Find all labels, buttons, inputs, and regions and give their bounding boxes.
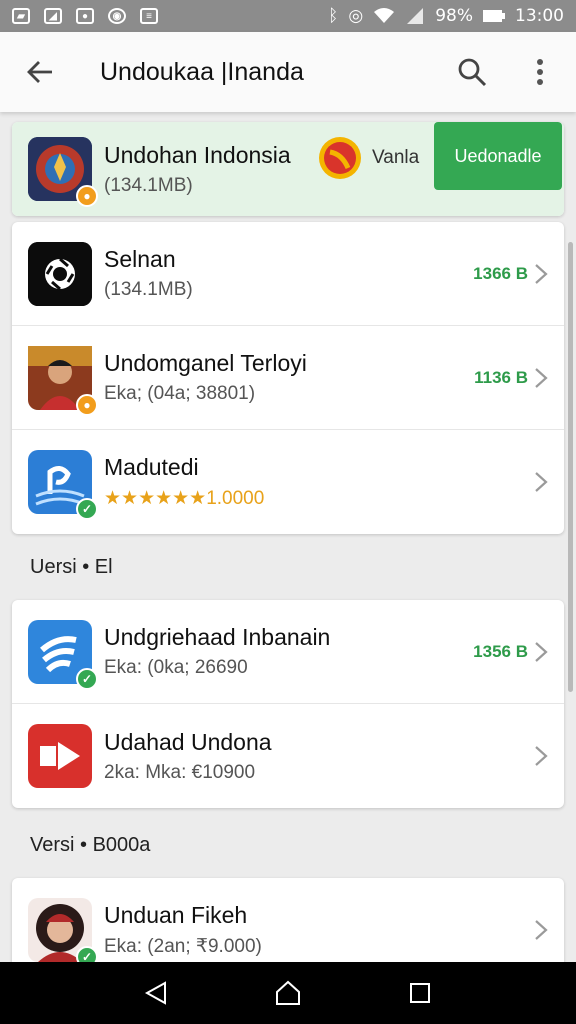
update-badge-icon: ●: [76, 393, 98, 416]
chevron-right-icon[interactable]: [534, 745, 548, 767]
notification-icon: ◉: [108, 8, 126, 24]
list-item[interactable]: ✓ Undgriehaad Inbanain Eka: (0ka; 26690 …: [12, 600, 564, 704]
clock: 13:00: [515, 6, 564, 26]
festival-app-icon: ●: [28, 137, 98, 207]
person-photo-icon: ✓: [28, 898, 98, 962]
notification-icon: ●: [76, 8, 94, 24]
chevron-right-icon[interactable]: [534, 263, 548, 285]
more-options-icon[interactable]: [516, 48, 564, 96]
app-name: Udahad Undona: [104, 728, 272, 755]
app-details: Eka: (0ka; 26690: [104, 657, 248, 678]
app-group-1: Selnan (134.1MB) 1366 B ● Undomganel Ter…: [12, 222, 564, 534]
search-icon[interactable]: [448, 48, 496, 96]
app-name: Madutedi: [104, 454, 199, 480]
featured-card: ● Undohan Indonsia (134.1MB) Vanla Uedon…: [12, 122, 564, 216]
app-details: Eka: (2an; ₹9.000): [104, 936, 262, 957]
list-item[interactable]: ✓ Madutedi ★★★★★★1.0000: [12, 430, 564, 534]
installed-check-icon: ✓: [76, 498, 98, 520]
app-name: Undohan Indonsia: [104, 141, 291, 168]
download-size: 1366 B: [473, 263, 528, 283]
notification-icon: ≡: [140, 8, 158, 24]
app-list[interactable]: ● Undohan Indonsia (134.1MB) Vanla Uedon…: [0, 112, 576, 962]
battery-percent: 98%: [435, 6, 473, 26]
featured-label: Vanla: [372, 147, 420, 168]
update-badge-icon: ●: [76, 185, 98, 207]
app-name: Selnan: [104, 246, 176, 272]
app-size: (134.1MB): [104, 279, 193, 300]
featured-row[interactable]: ● Undohan Indonsia (134.1MB) Vanla Uedon…: [12, 122, 564, 216]
list-item[interactable]: Selnan (134.1MB) 1366 B: [12, 222, 564, 326]
status-bar: ▰ ◢ ● ◉ ≡ ᛒ ◎ 98% 13:00: [0, 0, 576, 32]
section-header: Uersi • El: [30, 556, 113, 578]
scrollbar[interactable]: [568, 242, 573, 692]
download-button[interactable]: Uedonadle: [434, 122, 562, 190]
wifi-icon: [374, 8, 395, 23]
page-title: Undoukaa |Inanda: [100, 57, 304, 86]
app-details: 2ka: Mka: €10900: [104, 761, 256, 783]
chevron-right-icon[interactable]: [534, 367, 548, 389]
person-photo-icon: ●: [28, 345, 98, 416]
app-details: Eka; (04a; 38801): [104, 383, 256, 404]
download-size: 1356 B: [473, 641, 528, 661]
app-group-2: ✓ Undgriehaad Inbanain Eka: (0ka; 26690 …: [12, 600, 564, 808]
list-item[interactable]: Udahad Undona 2ka: Mka: €10900: [12, 704, 564, 808]
section-header: Versi • B000a: [30, 834, 151, 856]
bluetooth-icon: ᛒ: [328, 6, 339, 26]
app-group-3: ✓ Unduan Fikeh Eka: (2an; ₹9.000): [12, 878, 564, 962]
chevron-right-icon[interactable]: [534, 641, 548, 663]
chevron-right-icon[interactable]: [534, 919, 548, 941]
recent-apps-icon[interactable]: [400, 973, 440, 1013]
brand-logo-icon: [319, 137, 361, 179]
app-bar: Undoukaa |Inanda: [0, 32, 576, 112]
signal-icon: [407, 8, 424, 24]
wave-app-icon: ✓: [28, 450, 98, 520]
alarm-icon: ◎: [348, 6, 364, 26]
app-size: (134.1MB): [104, 174, 193, 196]
home-icon[interactable]: [268, 973, 308, 1013]
camera-shutter-icon: [28, 241, 92, 306]
battery-icon: [483, 10, 505, 22]
installed-check-icon: ✓: [76, 667, 98, 690]
download-size: 1136 B: [474, 367, 528, 387]
back-arrow-icon[interactable]: [12, 44, 68, 100]
app-name: Unduan Fikeh: [104, 902, 248, 928]
chevron-right-icon[interactable]: [534, 471, 548, 493]
app-name: Undomganel Terloyi: [104, 350, 307, 376]
notification-icon: ◢: [44, 8, 62, 24]
list-item[interactable]: ✓ Unduan Fikeh Eka: (2an; ₹9.000): [12, 878, 564, 962]
system-nav-bar: [0, 962, 576, 1024]
video-app-icon: [28, 724, 92, 788]
list-item[interactable]: ● Undomganel Terloyi Eka; (04a; 38801) 1…: [12, 326, 564, 430]
back-triangle-icon[interactable]: [136, 973, 176, 1013]
wifi-app-icon: ✓: [28, 619, 98, 690]
notification-icon: ▰: [12, 8, 30, 24]
app-rating: ★★★★★★1.0000: [104, 488, 265, 509]
app-name: Undgriehaad Inbanain: [104, 624, 331, 650]
installed-check-icon: ✓: [76, 946, 98, 962]
